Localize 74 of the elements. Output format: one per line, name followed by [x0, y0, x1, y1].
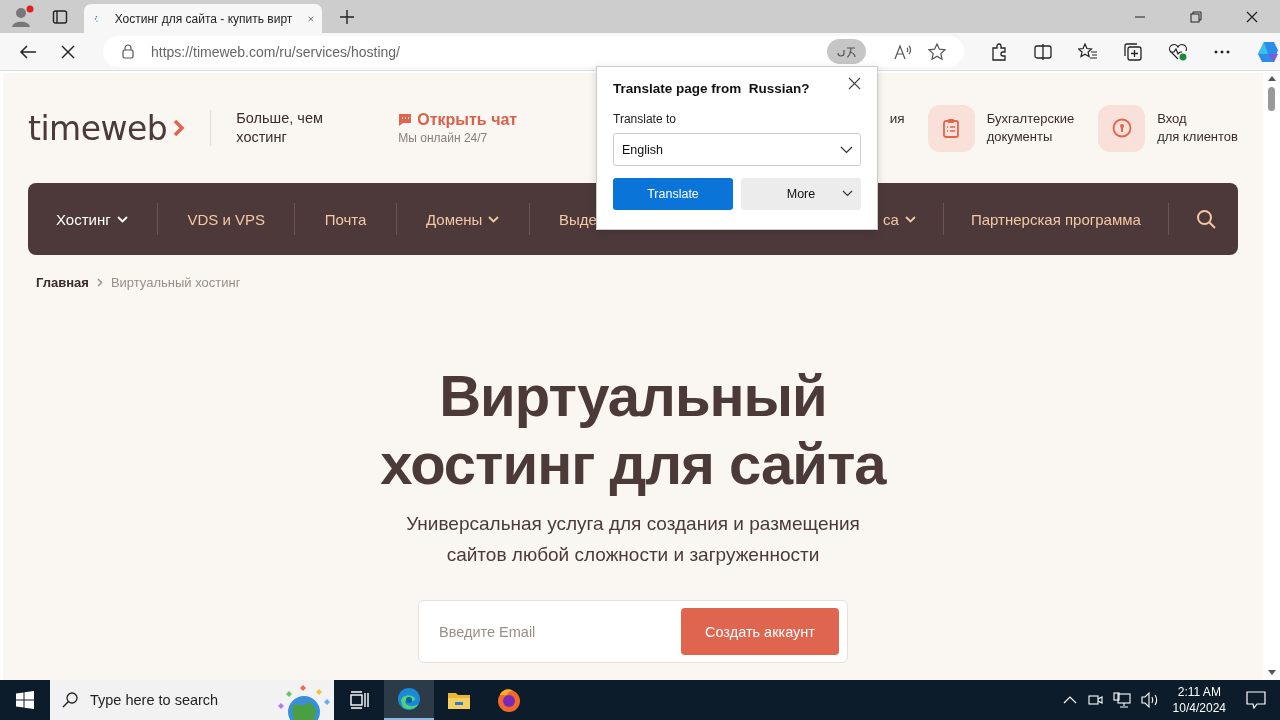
chat-icon: [398, 113, 413, 127]
nav-item[interactable]: Партнерская программа: [970, 210, 1141, 228]
nav-item[interactable]: Домены: [426, 210, 500, 228]
caret-icon: [904, 215, 916, 223]
windows-start-icon[interactable]: [16, 691, 34, 709]
nav-item[interactable]: Хостинг: [56, 210, 128, 228]
clipboard-icon: [943, 118, 960, 138]
volume-icon[interactable]: [1140, 692, 1159, 708]
scroll-up-icon[interactable]: [1267, 75, 1276, 81]
taskbar-clock[interactable]: 2:11 AM 10/4/2024: [1172, 684, 1226, 716]
address-bar[interactable]: https://timeweb.com/ru/services/hosting/: [102, 36, 965, 67]
nav-item[interactable]: Выде: [559, 210, 597, 228]
keyhole-icon: [1111, 118, 1132, 138]
field-label: Translate to: [613, 112, 677, 126]
more-icon[interactable]: [1214, 49, 1231, 54]
browser-tab[interactable]: Хостинг для сайта - купить вирт: [84, 4, 322, 33]
close-icon[interactable]: [848, 77, 861, 90]
site-logo[interactable]: timeweb: [28, 108, 186, 148]
extensions-icon[interactable]: [990, 42, 1009, 61]
health-icon[interactable]: [1168, 42, 1189, 61]
site-tagline: Больше, чем хостинг: [236, 109, 324, 147]
popup-title: Translate page from Russian?: [613, 81, 810, 96]
chevron-icon: [96, 278, 103, 287]
firefox-icon: [496, 687, 522, 713]
header-link[interactable]: Вход для клиентов: [1157, 110, 1238, 146]
task-view-icon: [349, 691, 369, 709]
stop-icon[interactable]: [61, 44, 75, 59]
chevron-icon: [173, 118, 186, 138]
translate-icon: [835, 44, 858, 59]
search-icon: [62, 692, 78, 708]
restore-icon[interactable]: [1190, 10, 1202, 23]
caret-icon: [116, 215, 128, 223]
collections-icon[interactable]: [1124, 42, 1143, 61]
scroll-down-icon[interactable]: [1267, 670, 1276, 676]
lock-icon: [121, 44, 134, 59]
hero-title: Виртуальный хостинг для сайта: [379, 362, 888, 498]
chevron-up-icon[interactable]: [1062, 696, 1077, 704]
language-select[interactable]: English: [613, 133, 861, 166]
copilot-icon[interactable]: [1256, 39, 1280, 64]
split-screen-icon[interactable]: [1034, 42, 1053, 61]
new-tab-icon[interactable]: [339, 8, 355, 25]
breadcrumb-link[interactable]: Главная: [36, 275, 89, 290]
more-button[interactable]: More: [741, 178, 861, 210]
taskbar-app[interactable]: [384, 680, 434, 720]
edge-icon: [397, 687, 421, 711]
tab-actions-icon[interactable]: [52, 8, 68, 25]
star-icon[interactable]: [928, 42, 947, 61]
translate-button[interactable]: Translate: [613, 178, 733, 210]
hero-subtitle: Универсальная услуга для создания и размещения сайтов любой сложности и загруженности: [405, 512, 861, 567]
network-icon[interactable]: [1112, 692, 1131, 708]
header-link[interactable]: ия: [889, 111, 905, 126]
header-link[interactable]: Бухгалтерские документы: [986, 110, 1075, 146]
translate-button[interactable]: [827, 39, 867, 64]
tab-title: Хостинг для сайта - купить вирт: [114, 11, 293, 26]
clock-time: 2:11 AM: [1177, 684, 1221, 700]
nav-item[interactable]: VDS и VPS: [187, 210, 265, 228]
favorites-icon[interactable]: [1078, 42, 1099, 61]
caret-icon: [488, 215, 500, 223]
nav-item[interactable]: Почта: [324, 210, 367, 228]
taskbar-search-field[interactable]: Type here to search: [50, 680, 334, 720]
folder-icon: [447, 690, 471, 710]
caret-icon: [842, 190, 853, 197]
search-icon[interactable]: [1195, 209, 1216, 229]
nav-item[interactable]: са: [883, 210, 916, 228]
notification-icon[interactable]: [1246, 691, 1266, 709]
scrollbar-thumb[interactable]: [1268, 87, 1275, 111]
close-icon[interactable]: [1246, 10, 1258, 23]
profile-icon[interactable]: [9, 3, 35, 30]
back-icon[interactable]: [19, 43, 37, 60]
email-field[interactable]: Введите Email: [419, 622, 681, 641]
caret-icon: [840, 145, 853, 154]
online-status: Мы онлайн 24/7: [398, 131, 489, 145]
url-text: https://timeweb.com/ru/services/hosting/: [150, 43, 400, 60]
clock-date: 10/4/2024: [1172, 700, 1226, 716]
